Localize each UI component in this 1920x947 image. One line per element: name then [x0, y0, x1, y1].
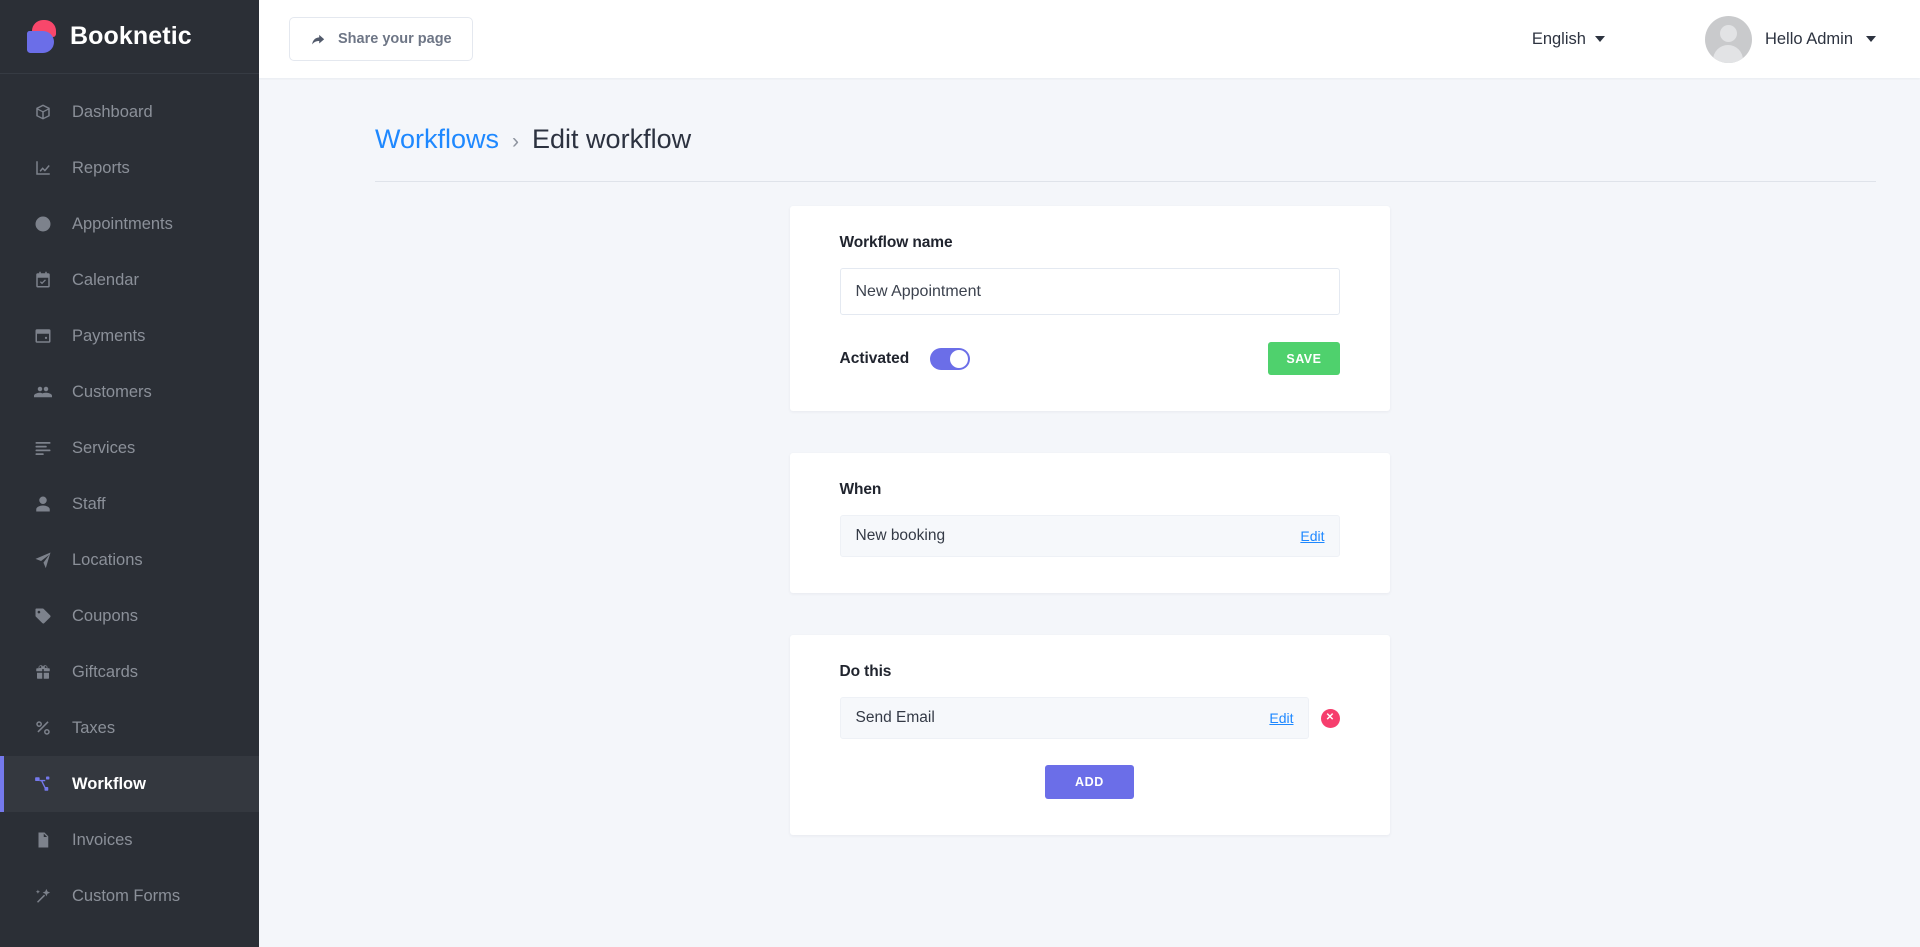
sidebar: Booknetic Dashboard Reports Appointments	[0, 0, 259, 947]
sidebar-item-label: Services	[72, 438, 136, 457]
sidebar-item-workflow[interactable]: Workflow	[0, 756, 259, 812]
percent-icon	[32, 717, 54, 739]
brand-header[interactable]: Booknetic	[0, 0, 259, 74]
add-button-wrap: ADD	[840, 765, 1340, 799]
sidebar-item-custom-forms[interactable]: Custom Forms	[0, 868, 259, 924]
sidebar-item-calendar[interactable]: Calendar	[0, 252, 259, 308]
sidebar-item-label: Locations	[72, 550, 143, 569]
document-icon	[32, 829, 54, 851]
sidebar-item-label: Payments	[72, 326, 146, 345]
topbar: Share your page English Hello Admin	[259, 0, 1920, 78]
share-your-page-button[interactable]: Share your page	[289, 17, 473, 61]
sidebar-item-label: Giftcards	[72, 662, 139, 681]
sidebar-item-label: Taxes	[72, 718, 116, 737]
box-icon	[32, 101, 54, 123]
magic-wand-icon	[32, 885, 54, 907]
gift-icon	[32, 661, 54, 683]
send-icon	[32, 549, 54, 571]
action-row[interactable]: Send Email Edit	[839, 697, 1309, 739]
user-greeting: Hello Admin	[1764, 29, 1853, 48]
page-content: Workflows › Edit workflow Workflow name …	[259, 78, 1920, 947]
breadcrumb-workflows-link[interactable]: Workflows	[375, 124, 499, 155]
share-arrow-icon	[310, 31, 327, 48]
sidebar-nav: Dashboard Reports Appointments Calendar	[0, 74, 259, 947]
chevron-down-icon	[1594, 36, 1605, 42]
when-label: When	[839, 481, 882, 498]
sidebar-item-invoices[interactable]: Invoices	[0, 812, 259, 868]
sidebar-item-services[interactable]: Services	[0, 420, 259, 476]
sidebar-item-staff[interactable]: Staff	[0, 476, 259, 532]
close-circle-icon[interactable]: ✕	[1320, 708, 1340, 728]
avatar	[1704, 15, 1752, 63]
tag-icon	[32, 605, 54, 627]
action-label: Send Email	[855, 709, 935, 726]
sidebar-item-reports[interactable]: Reports	[0, 140, 259, 196]
sidebar-item-coupons[interactable]: Coupons	[0, 588, 259, 644]
workflow-icon	[32, 773, 54, 795]
sidebar-item-label: Customers	[72, 382, 152, 401]
sidebar-item-label: Dashboard	[72, 102, 153, 121]
sidebar-item-payments[interactable]: Payments	[0, 308, 259, 364]
app-root: Booknetic Dashboard Reports Appointments	[0, 0, 1920, 947]
cards-column: Workflow name Activated SAVE When	[303, 182, 1876, 877]
sidebar-item-taxes[interactable]: Taxes	[0, 700, 259, 756]
chart-icon	[32, 157, 54, 179]
calendar-icon	[32, 269, 54, 291]
trigger-label: New booking	[855, 527, 946, 544]
sidebar-item-giftcards[interactable]: Giftcards	[0, 644, 259, 700]
do-this-label: Do this	[839, 663, 892, 680]
when-card: When New booking Edit	[789, 453, 1390, 593]
wallet-icon	[32, 325, 54, 347]
do-this-card: Do this Send Email Edit ✕ ADD	[789, 635, 1390, 835]
sidebar-item-locations[interactable]: Locations	[0, 532, 259, 588]
booknetic-b-logo-icon	[27, 20, 57, 53]
sidebar-item-label: Coupons	[72, 606, 139, 625]
action-wrap: Send Email Edit ✕	[839, 697, 1340, 739]
workflow-name-label: Workflow name	[839, 234, 953, 251]
main-area: Share your page English Hello Admin Work…	[259, 0, 1920, 947]
sidebar-item-label: Calendar	[72, 270, 139, 289]
sidebar-item-label: Staff	[72, 494, 106, 513]
sidebar-item-label: Appointments	[72, 214, 173, 233]
sidebar-item-label: Custom Forms	[72, 886, 181, 905]
trigger-edit-link[interactable]: Edit	[1300, 528, 1324, 544]
add-action-button[interactable]: ADD	[1045, 765, 1134, 799]
toggle-knob	[950, 349, 969, 368]
activate-row: Activated SAVE	[840, 342, 1340, 375]
trigger-row[interactable]: New booking Edit	[839, 515, 1340, 557]
breadcrumb-separator: ›	[512, 130, 520, 153]
share-button-label: Share your page	[338, 31, 452, 47]
save-button[interactable]: SAVE	[1268, 342, 1340, 375]
page-title: Edit workflow	[532, 124, 692, 154]
workflow-name-card: Workflow name Activated SAVE	[789, 206, 1390, 411]
brand-name: Booknetic	[70, 22, 192, 50]
clock-icon	[32, 213, 54, 235]
action-edit-link[interactable]: Edit	[1269, 710, 1293, 726]
sidebar-item-label: Invoices	[72, 830, 133, 849]
sidebar-item-label: Workflow	[72, 774, 146, 793]
language-label: English	[1531, 29, 1586, 48]
chevron-down-icon	[1866, 36, 1876, 42]
activated-label: Activated	[839, 349, 910, 367]
sidebar-item-dashboard[interactable]: Dashboard	[0, 84, 259, 140]
users-icon	[32, 381, 54, 403]
activated-toggle[interactable]	[930, 347, 971, 370]
language-selector[interactable]: English	[1532, 30, 1605, 49]
sidebar-item-customers[interactable]: Customers	[0, 364, 259, 420]
sidebar-item-label: Reports	[72, 158, 130, 177]
breadcrumb: Workflows › Edit workflow	[303, 78, 1876, 155]
workflow-name-input[interactable]	[839, 268, 1340, 315]
user-icon	[32, 493, 54, 515]
user-menu[interactable]: Hello Admin	[1704, 15, 1876, 63]
list-icon	[32, 437, 54, 459]
sidebar-item-appointments[interactable]: Appointments	[0, 196, 259, 252]
